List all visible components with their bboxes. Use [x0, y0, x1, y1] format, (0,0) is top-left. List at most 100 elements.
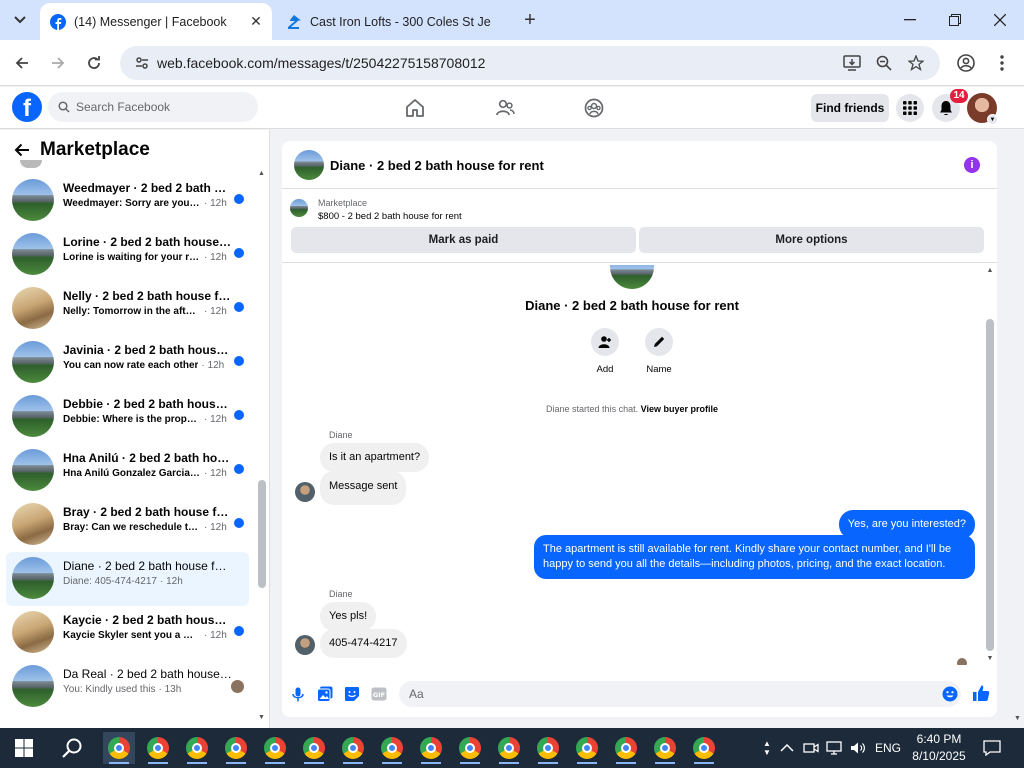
restore-button[interactable]	[935, 6, 975, 34]
message-bubble[interactable]: Yes pls!	[320, 602, 377, 631]
site-settings-icon[interactable]	[134, 55, 150, 71]
taskbar-search-button[interactable]	[56, 732, 88, 764]
chrome-taskbar-icon[interactable]	[220, 732, 252, 764]
start-button[interactable]	[8, 732, 40, 764]
back-arrow-icon[interactable]	[14, 143, 30, 157]
attach-photo-button[interactable]	[317, 686, 333, 702]
page-scroll-down-icon[interactable]: ▼	[1014, 715, 1021, 722]
message-bubble[interactable]: 405-474-4217	[320, 629, 407, 658]
taskbar-scroll[interactable]: ▲ ▼	[760, 728, 774, 768]
chrome-taskbar-icon[interactable]	[454, 732, 486, 764]
zoom-button[interactable]	[874, 54, 894, 72]
scroll-down-arrow-icon[interactable]: ▼	[258, 714, 265, 721]
conversation-item[interactable]: Javinia · 2 bed 2 bath house for rent You…	[6, 336, 249, 390]
message-bubble-own[interactable]: The apartment is still available for ren…	[534, 535, 975, 579]
conversation-item[interactable]: Debbie · 2 bed 2 bath house for rent Debb…	[6, 390, 249, 444]
groups-nav[interactable]	[582, 96, 606, 120]
chrome-taskbar-icon[interactable]	[532, 732, 564, 764]
system-clock[interactable]: 6:40 PM 8/10/2025	[900, 731, 978, 765]
chrome-taskbar-icon[interactable]	[298, 732, 330, 764]
conversation-item[interactable]: Nelly · 2 bed 2 bath house for rent Nelly…	[6, 282, 249, 336]
friends-nav[interactable]	[493, 96, 517, 120]
notification-center-button[interactable]	[983, 728, 1001, 768]
emoji-button[interactable]	[942, 686, 958, 702]
chrome-icon	[420, 737, 442, 759]
chrome-taskbar-icon[interactable]	[649, 732, 681, 764]
scrollbar-thumb[interactable]	[986, 319, 994, 651]
meet-now-icon[interactable]	[803, 728, 819, 768]
show-hidden-icons[interactable]	[780, 728, 794, 768]
facebook-logo-icon[interactable]: f	[12, 92, 42, 122]
conversation-item[interactable]: Kaycie · 2 bed 2 bath house for rent Kayc…	[6, 606, 249, 660]
address-bar[interactable]: web.facebook.com/messages/t/250422751587…	[120, 46, 940, 80]
scroll-up-arrow-icon[interactable]: ▲	[258, 170, 265, 177]
chrome-taskbar-icon[interactable]	[688, 732, 720, 764]
chrome-taskbar-icon[interactable]	[337, 732, 369, 764]
chrome-taskbar-icon[interactable]	[376, 732, 408, 764]
facebook-search[interactable]: Search Facebook	[48, 92, 258, 122]
chrome-taskbar-icon[interactable]	[610, 732, 642, 764]
chat-title[interactable]: Diane · 2 bed 2 bath house for rent	[330, 158, 544, 173]
chrome-taskbar-icon[interactable]	[493, 732, 525, 764]
network-icon[interactable]	[826, 728, 842, 768]
profile-button[interactable]	[956, 54, 976, 72]
running-indicator	[655, 762, 675, 764]
conversation-item[interactable]: Bray · 2 bed 2 bath house for rent Bray: …	[6, 498, 249, 552]
chrome-taskbar-icon[interactable]	[571, 732, 603, 764]
chrome-taskbar-icon[interactable]	[181, 732, 213, 764]
menu-button[interactable]	[896, 94, 924, 122]
add-people-action[interactable]: Add	[585, 328, 625, 375]
close-tab-icon[interactable]: ✕	[246, 13, 266, 30]
sender-avatar[interactable]	[295, 635, 315, 655]
view-buyer-profile-link[interactable]: View buyer profile	[641, 404, 718, 414]
back-button[interactable]	[10, 51, 34, 75]
find-friends-button[interactable]: Find friends	[811, 94, 889, 122]
preview-time: · 12h	[204, 468, 227, 479]
conversation-item[interactable]: Da Real · 2 bed 2 bath house for rent You…	[6, 660, 249, 714]
conversation-item[interactable]: Weedmayer · 2 bed 2 bath house for rent W…	[6, 174, 249, 228]
info-icon[interactable]: i	[964, 157, 980, 173]
forward-button[interactable]	[46, 51, 70, 75]
new-tab-button[interactable]: +	[518, 9, 542, 33]
message-bubble[interactable]: Is it an apartment?	[320, 443, 430, 472]
tab-messenger[interactable]: (14) Messenger | Facebook ✕	[40, 3, 272, 40]
sender-avatar[interactable]	[295, 482, 315, 502]
scroll-up-arrow-icon[interactable]: ▲	[986, 267, 994, 274]
conversation-item[interactable]: Hna Anilú · 2 bed 2 bath house for rent H…	[6, 444, 249, 498]
reload-button[interactable]	[82, 51, 106, 75]
close-window-button[interactable]	[980, 6, 1020, 34]
tab-cast-iron-lofts[interactable]: Cast Iron Lofts - 300 Coles St Je	[276, 3, 508, 40]
conversation-item[interactable]: Diane · 2 bed 2 bath house for rent Diane…	[6, 552, 249, 606]
message-bubble[interactable]: Message sent	[320, 471, 407, 505]
browser-menu-button[interactable]	[992, 54, 1012, 72]
conversation-avatar	[12, 287, 54, 329]
message-input[interactable]	[399, 681, 961, 707]
listing-avatar[interactable]	[294, 150, 324, 180]
thread-scrollbar[interactable]: ▲ ▼	[986, 267, 994, 665]
gif-button[interactable]: GIF	[371, 686, 387, 702]
conversation-item[interactable]: Lorine · 2 bed 2 bath house for rent Lori…	[6, 228, 249, 282]
chrome-taskbar-icon[interactable]	[259, 732, 291, 764]
scroll-down-arrow-icon[interactable]: ▼	[986, 655, 994, 662]
edit-name-action[interactable]: Name	[639, 328, 679, 375]
listing-title[interactable]: $800 - 2 bed 2 bath house for rent	[318, 211, 462, 222]
input-language[interactable]: ENG	[875, 728, 901, 768]
send-like-button[interactable]	[972, 684, 990, 702]
install-app-button[interactable]	[842, 54, 862, 72]
listing-thumbnail[interactable]	[290, 199, 308, 217]
chrome-taskbar-icon[interactable]	[142, 732, 174, 764]
volume-icon[interactable]	[850, 728, 866, 768]
voice-clip-button[interactable]	[290, 686, 306, 702]
chrome-taskbar-icon[interactable]	[415, 732, 447, 764]
partial-thumbnail	[20, 160, 42, 168]
minimize-button[interactable]	[890, 6, 930, 34]
inbox-scrollbar[interactable]	[258, 480, 266, 588]
tab-search-button[interactable]	[6, 8, 34, 32]
chrome-taskbar-icon[interactable]	[103, 732, 135, 764]
account-chevron-icon[interactable]: ▼	[987, 114, 998, 125]
sticker-button[interactable]	[344, 686, 360, 702]
more-options-button[interactable]: More options	[639, 227, 984, 253]
mark-as-paid-button[interactable]: Mark as paid	[291, 227, 636, 253]
bookmark-button[interactable]	[906, 54, 926, 72]
home-nav[interactable]	[403, 96, 427, 120]
